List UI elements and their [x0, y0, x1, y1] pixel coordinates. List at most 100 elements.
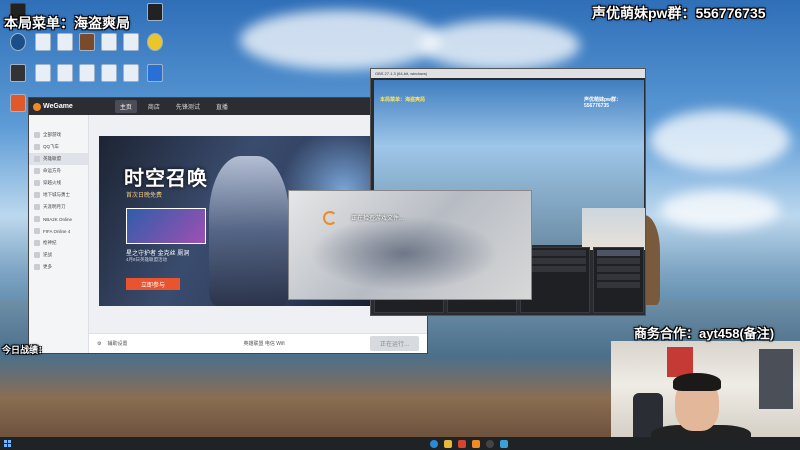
- overlay-menu-text: 本局菜单：海盗爽局: [4, 15, 130, 31]
- banner-subtitle: 首次日晚免费: [126, 193, 163, 199]
- app-icon: [10, 64, 26, 82]
- event-card-image[interactable]: [126, 208, 206, 244]
- app-icon: [147, 3, 163, 21]
- taskbar-icons: [430, 439, 508, 448]
- obs-preview-webcam: [582, 208, 645, 250]
- sidebar-item-label: 地下城与勇士: [43, 192, 70, 197]
- game-icon: [34, 204, 40, 210]
- sidebar-item-label: 枪神纪: [43, 240, 57, 245]
- sidebar-item[interactable]: 逆战: [29, 249, 88, 261]
- app-icon: [147, 33, 163, 51]
- sidebar-item[interactable]: 命运方舟: [29, 165, 88, 177]
- file-icon: [57, 64, 73, 82]
- sidebar-item[interactable]: 枪神纪: [29, 237, 88, 249]
- file-icon: [123, 33, 139, 51]
- wegame-logo-icon: [33, 102, 41, 111]
- sidebar-item-label: 英雄联盟: [43, 156, 61, 161]
- obs-titlebar: OBS 27.1.3 (64-bit, windows): [371, 69, 645, 78]
- sidebar-item-label: 天涯明月刀: [43, 204, 66, 209]
- tab-pioneer-test[interactable]: 先锋测试: [171, 100, 205, 113]
- file-icon: [123, 64, 139, 82]
- cloud: [660, 190, 780, 230]
- file-icon: [57, 33, 73, 51]
- game-icon: [34, 132, 40, 138]
- app-icon: [79, 33, 95, 51]
- sidebar-item[interactable]: 全部游戏: [29, 129, 88, 141]
- app-icon: [147, 64, 163, 82]
- overlay-today-record: 今日战绩：: [2, 345, 48, 355]
- game-icon: [34, 156, 40, 162]
- file-icon: [79, 64, 95, 82]
- sidebar-item[interactable]: QQ飞车: [29, 141, 88, 153]
- file-icon: [101, 33, 117, 51]
- sidebar-item[interactable]: 穿越火线: [29, 177, 88, 189]
- sidebar-item-label: 全部游戏: [43, 132, 61, 137]
- folder-icon[interactable]: [444, 439, 452, 448]
- sidebar-item-label: FIFA Online 4: [43, 228, 71, 234]
- sidebar-item[interactable]: 更多: [29, 261, 88, 273]
- obs-controls-panel[interactable]: [593, 247, 644, 313]
- edge-icon[interactable]: [430, 439, 438, 448]
- app-icon[interactable]: [458, 439, 466, 448]
- game-icon: [34, 144, 40, 150]
- game-icon: [34, 264, 40, 270]
- assist-settings-label[interactable]: 辅助设置: [107, 340, 127, 347]
- loading-art: [309, 216, 499, 291]
- game-icon: [34, 252, 40, 258]
- wegame-logo: WeGame: [33, 102, 73, 111]
- desktop-icon[interactable]: [140, 64, 170, 82]
- app-icon: [10, 33, 26, 51]
- sidebar-item-label: QQ飞车: [43, 144, 60, 149]
- tab-store[interactable]: 商店: [143, 100, 165, 113]
- sidebar-item[interactable]: FIFA Online 4: [29, 225, 88, 237]
- start-button[interactable]: [0, 437, 14, 450]
- wegame-logo-text: WeGame: [43, 103, 73, 110]
- connection-status: 英雄联盟 电信 Wifi: [243, 341, 285, 347]
- file-icon: [101, 64, 117, 82]
- game-icon: [34, 192, 40, 198]
- wegame-bottom-bar: ⚙ 辅助设置 英雄联盟 电信 Wifi 正在运行...: [89, 333, 427, 353]
- banner-title: 时空召唤: [124, 168, 208, 190]
- webcam-person-hair: [673, 373, 721, 391]
- join-button[interactable]: 立即参与: [126, 278, 180, 290]
- event-card-title: 星之守护者 金克丝 厕洞: [126, 251, 190, 257]
- game-icon: [34, 180, 40, 186]
- obs-overlay-menu: 本局菜单：海盗爽局: [380, 97, 426, 103]
- app-icon: [10, 94, 26, 112]
- desktop-icon[interactable]: [140, 3, 170, 21]
- file-icon: [35, 64, 51, 82]
- webcam-door: [759, 349, 793, 409]
- desktop-icon[interactable]: [140, 33, 170, 51]
- sidebar-item[interactable]: 英雄联盟: [29, 153, 88, 165]
- sidebar-item-label: NBA2K Online: [43, 216, 73, 222]
- windows-icon: [3, 440, 11, 447]
- settings-icon[interactable]: ⚙: [97, 341, 101, 347]
- wegame-sidebar: 全部游戏 QQ飞车 英雄联盟 命运方舟 穿越火线 地下城与勇士 天涯明月刀 NB…: [29, 115, 89, 353]
- launch-button[interactable]: 正在运行...: [369, 336, 419, 351]
- banner-hero-art: [209, 156, 289, 306]
- cloud: [420, 20, 580, 70]
- overlay-business-text: 商务合作：ayt458(备注): [634, 326, 775, 341]
- tab-home[interactable]: 主页: [114, 100, 137, 113]
- sidebar-item[interactable]: 天涯明月刀: [29, 201, 88, 213]
- event-card-subtitle: 4月8日英雄联盟活动: [126, 257, 168, 262]
- webcam-feed: [611, 341, 800, 450]
- sidebar-item[interactable]: 地下城与勇士: [29, 189, 88, 201]
- sidebar-item[interactable]: NBA2K Online: [29, 213, 88, 225]
- game-icon: [34, 240, 40, 246]
- overlay-group-text: 声优萌妹pw群：556776735: [592, 5, 766, 21]
- tab-live[interactable]: 直播: [211, 100, 233, 113]
- app-icon[interactable]: [500, 439, 508, 448]
- game-icon: [34, 168, 40, 174]
- cloud: [240, 10, 440, 70]
- wegame-titlebar: WeGame 主页 商店 先锋测试 直播: [29, 98, 427, 115]
- game-icon: [34, 228, 40, 234]
- file-icon: [35, 33, 51, 51]
- taskbar: [0, 437, 800, 450]
- obs-icon[interactable]: [486, 439, 494, 448]
- game-icon: [34, 216, 40, 222]
- cloud: [650, 110, 790, 170]
- sidebar-item-label: 更多: [43, 264, 52, 269]
- app-icon[interactable]: [472, 439, 480, 448]
- obs-overlay-group: 声优萌妹pw群：556776735: [584, 97, 621, 109]
